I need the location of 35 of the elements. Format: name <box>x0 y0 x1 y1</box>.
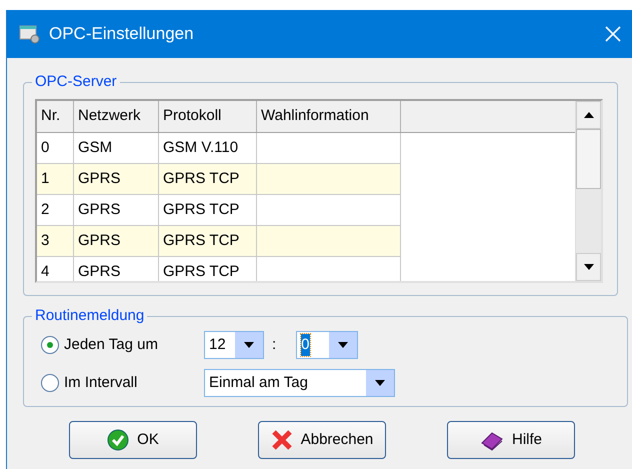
table-cell: 4 <box>37 257 74 281</box>
column-header[interactable]: Protokoll <box>159 101 257 132</box>
radio-option[interactable]: Im Intervall <box>41 372 204 394</box>
checkmark-icon <box>107 429 130 451</box>
table-cell: GPRS <box>74 164 159 195</box>
scroll-up-icon[interactable] <box>584 112 594 118</box>
column-header[interactable]: Wahlinformation <box>257 101 401 132</box>
cancel-button[interactable]: Abbrechen <box>258 421 386 459</box>
table-cell: GPRS <box>74 226 159 257</box>
app-icon <box>19 24 41 44</box>
table-cell: GPRS TCP <box>159 257 257 281</box>
time-separator: : <box>272 334 276 355</box>
dropdown-arrow-icon[interactable] <box>375 380 385 386</box>
cross-icon <box>270 429 293 451</box>
column-header[interactable]: Netzwerk <box>74 101 159 132</box>
close-icon[interactable] <box>604 25 622 43</box>
scroll-down-icon[interactable] <box>584 264 594 270</box>
group-title: Routinemeldung <box>32 307 148 325</box>
column-header[interactable]: Nr. <box>37 101 74 132</box>
table-cell: GPRS <box>74 257 159 281</box>
table-cell: 3 <box>37 226 74 257</box>
dropdown[interactable]: 0 <box>296 331 358 359</box>
help-button[interactable]: Hilfe <box>447 421 575 459</box>
table-cell: GPRS TCP <box>159 226 257 257</box>
table-cell: 1 <box>37 164 74 195</box>
radio-option[interactable]: Jeden Tag um <box>41 334 204 356</box>
table-cell: GPRS TCP <box>159 164 257 195</box>
dropdown-arrow-icon[interactable] <box>244 342 254 348</box>
dropdown[interactable]: 12 <box>204 331 264 359</box>
window-title: OPC-Einstellungen <box>49 23 195 46</box>
ok-button[interactable]: OK <box>69 421 197 459</box>
dropdown[interactable]: Einmal am Tag <box>204 369 395 397</box>
dropdown-arrow-icon[interactable] <box>338 342 348 348</box>
scroll-thumb[interactable] <box>576 129 601 189</box>
scrollbar[interactable] <box>575 101 601 281</box>
